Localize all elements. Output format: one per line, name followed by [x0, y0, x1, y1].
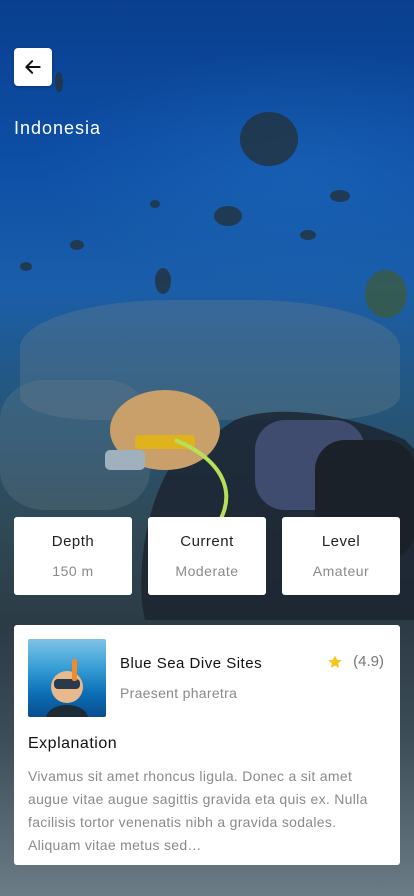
stat-label: Level	[321, 533, 361, 550]
stat-card-current: Current Moderate	[148, 517, 266, 595]
stat-card-depth: Depth 150 m	[14, 517, 132, 595]
star-icon	[328, 654, 342, 668]
stat-value: Moderate	[175, 563, 239, 579]
snorkeler-image	[46, 659, 88, 717]
dive-site-card: Blue Sea Dive Sites Praesent pharetra (4…	[14, 625, 400, 865]
arrow-left-icon	[25, 60, 41, 74]
dive-site-subtitle: Praesent pharetra	[120, 685, 238, 701]
stat-card-level: Level Amateur	[282, 517, 400, 595]
explanation-title: Explanation	[28, 735, 118, 752]
stat-value: 150 m	[52, 563, 94, 579]
stat-label: Current	[180, 533, 234, 550]
explanation-text: Vivamus sit amet rhoncus ligula. Donec a…	[28, 768, 368, 853]
rating: (4.9)	[327, 653, 384, 670]
dive-site-screen: Indonesia Depth 150 m Current Moderate L…	[0, 0, 414, 896]
back-button[interactable]	[14, 48, 52, 86]
stat-label: Depth	[51, 533, 95, 550]
rating-value: (4.9)	[353, 653, 384, 670]
stat-value: Amateur	[312, 563, 370, 579]
dive-site-name[interactable]: Blue Sea Dive Sites	[120, 655, 262, 672]
dive-site-thumbnail[interactable]	[28, 639, 106, 717]
location-title: Indonesia	[14, 118, 102, 138]
